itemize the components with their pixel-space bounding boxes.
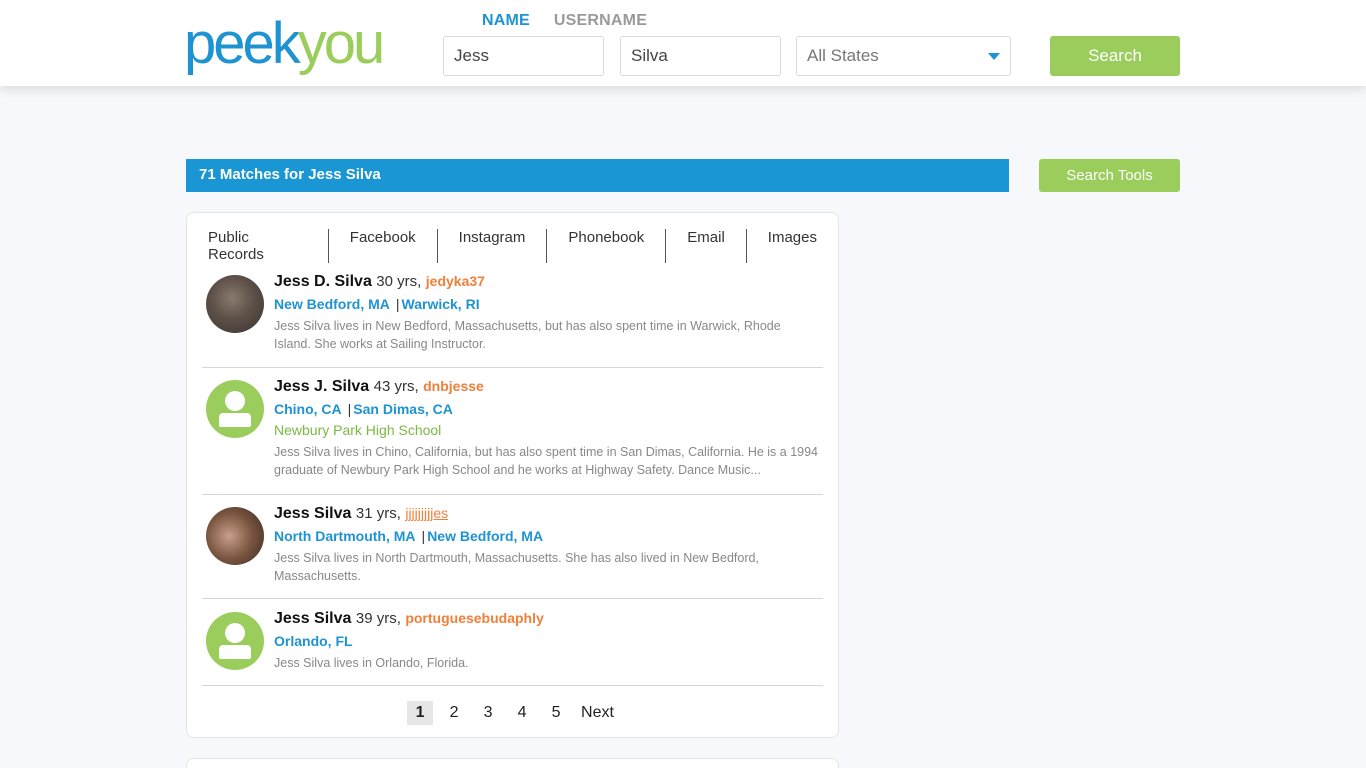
default-avatar[interactable]: [206, 612, 264, 670]
result-description: Jess Silva lives in New Bedford, Massach…: [274, 319, 781, 351]
avatar-photo[interactable]: [206, 507, 264, 565]
result-name[interactable]: Jess Silva: [274, 505, 351, 522]
peekyou-logo[interactable]: peekyou: [184, 11, 385, 76]
matches-count-bar: 71 Matches for Jess Silva: [186, 159, 1009, 192]
result-locations: North Dartmouth, MA | New Bedford, MA: [274, 528, 819, 544]
person-icon-body: [219, 645, 251, 659]
page-5-link[interactable]: 5: [543, 701, 569, 725]
result-name[interactable]: Jess J. Silva: [274, 378, 369, 395]
page-4-link[interactable]: 4: [509, 701, 535, 725]
location-link[interactable]: Warwick, RI: [402, 296, 480, 312]
search-type-tabs: NAME USERNAME: [482, 12, 647, 30]
result-info: Jess Silva 39 yrs, portuguesebudaphly Or…: [274, 610, 819, 672]
result-description: Jess Silva lives in Orlando, Florida.: [274, 656, 469, 670]
result-age: 39 yrs,: [355, 610, 401, 627]
result-name-line: Jess Silva 39 yrs, portuguesebudaphly: [274, 610, 819, 628]
result-username[interactable]: jjjjjjjjjes: [405, 505, 448, 521]
filter-images[interactable]: Images: [747, 229, 838, 263]
result-username[interactable]: jedyka37: [426, 273, 485, 289]
result-item[interactable]: Jess Silva 39 yrs, portuguesebudaphly Or…: [202, 610, 823, 686]
search-button[interactable]: Search: [1050, 36, 1180, 76]
tab-name[interactable]: NAME: [482, 12, 530, 30]
logo-you-text: you: [297, 11, 385, 76]
pagination: 1 2 3 4 5 Next: [187, 701, 838, 725]
result-item[interactable]: Jess D. Silva 30 yrs, jedyka37 New Bedfo…: [202, 273, 823, 368]
result-name[interactable]: Jess Silva: [274, 610, 351, 627]
result-locations: New Bedford, MA | Warwick, RI: [274, 296, 819, 312]
location-link[interactable]: Orlando, FL: [274, 633, 353, 649]
filter-instagram[interactable]: Instagram: [438, 229, 548, 263]
page-2-link[interactable]: 2: [441, 701, 467, 725]
result-description: Jess Silva lives in North Dartmouth, Mas…: [274, 551, 759, 583]
result-age: 31 yrs,: [355, 505, 401, 522]
person-icon-head: [225, 623, 245, 643]
logo-peek-text: peek: [184, 11, 301, 76]
result-name-line: Jess Silva 31 yrs, jjjjjjjjjes: [274, 505, 819, 523]
filter-email[interactable]: Email: [666, 229, 747, 263]
tab-username[interactable]: USERNAME: [554, 12, 647, 30]
source-filters: Public Records Facebook Instagram Phoneb…: [187, 229, 838, 263]
page-1-link[interactable]: 1: [407, 701, 434, 725]
page-3-link[interactable]: 3: [475, 701, 501, 725]
result-locations: Orlando, FL: [274, 633, 819, 649]
result-username[interactable]: portuguesebudaphly: [405, 610, 543, 626]
avatar-photo[interactable]: [206, 275, 264, 333]
result-description: Jess Silva lives in Chino, California, b…: [274, 445, 819, 477]
result-age: 30 yrs,: [376, 273, 422, 290]
state-select-value: All States: [807, 46, 879, 65]
result-school[interactable]: Newbury Park High School: [274, 422, 819, 438]
person-icon-head: [225, 391, 245, 411]
result-info: Jess D. Silva 30 yrs, jedyka37 New Bedfo…: [274, 273, 819, 353]
chevron-down-icon: [988, 53, 1000, 60]
results-card: Public Records Facebook Instagram Phoneb…: [186, 212, 839, 738]
result-info: Jess Silva 31 yrs, jjjjjjjjjes North Dar…: [274, 505, 819, 585]
location-separator: |: [395, 296, 400, 312]
default-avatar[interactable]: [206, 380, 264, 438]
search-tools-button[interactable]: Search Tools: [1039, 159, 1180, 192]
first-name-input[interactable]: [443, 36, 604, 76]
site-header: peekyou NAME USERNAME All States Search: [0, 0, 1366, 86]
result-item[interactable]: Jess Silva 31 yrs, jjjjjjjjjes North Dar…: [202, 505, 823, 599]
result-name-line: Jess J. Silva 43 yrs, dnbjesse: [274, 378, 819, 396]
state-select[interactable]: All States: [796, 36, 1011, 76]
location-separator: |: [347, 401, 352, 417]
location-link[interactable]: North Dartmouth, MA: [274, 528, 416, 544]
filter-phonebook[interactable]: Phonebook: [547, 229, 667, 263]
location-link[interactable]: Chino, CA: [274, 401, 342, 417]
filter-public-records[interactable]: Public Records: [187, 229, 329, 263]
result-name-line: Jess D. Silva 30 yrs, jedyka37: [274, 273, 819, 291]
result-name[interactable]: Jess D. Silva: [274, 273, 372, 290]
last-name-input[interactable]: [620, 36, 781, 76]
result-info: Jess J. Silva 43 yrs, dnbjesse Chino, CA…: [274, 378, 819, 479]
location-link[interactable]: New Bedford, MA: [274, 296, 390, 312]
result-item[interactable]: Jess J. Silva 43 yrs, dnbjesse Chino, CA…: [202, 378, 823, 495]
filter-facebook[interactable]: Facebook: [329, 229, 438, 263]
secondary-card: [186, 758, 839, 768]
person-icon-body: [219, 413, 251, 427]
location-link[interactable]: New Bedford, MA: [427, 528, 543, 544]
next-page-link[interactable]: Next: [577, 701, 618, 725]
result-username[interactable]: dnbjesse: [423, 378, 484, 394]
location-link[interactable]: San Dimas, CA: [353, 401, 453, 417]
result-locations: Chino, CA | San Dimas, CA: [274, 401, 819, 417]
location-separator: |: [421, 528, 426, 544]
result-age: 43 yrs,: [373, 378, 419, 395]
